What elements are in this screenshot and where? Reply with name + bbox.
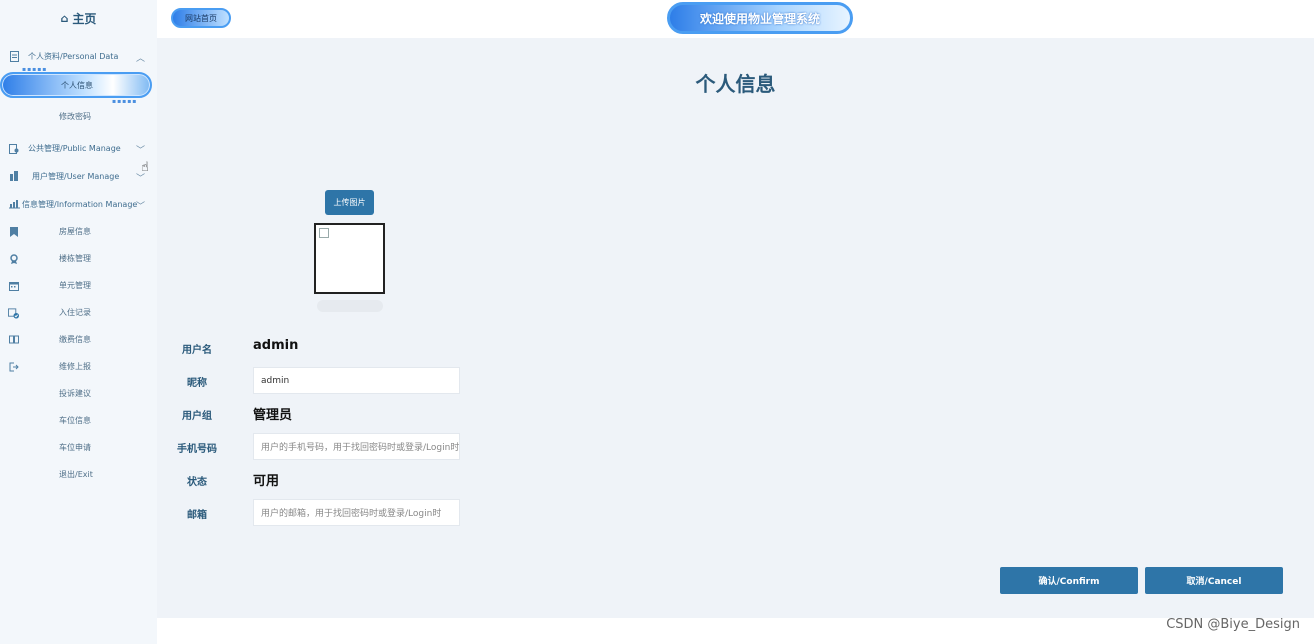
sidebar-item-label: 车位信息 [59,416,91,425]
sidebar-item-checkin-records[interactable]: 入住记录 [0,299,157,326]
logout-icon [8,361,19,372]
welcome-banner: 欢迎使用物业管理系统 [667,2,853,34]
form-row-phone: 手机号码 用户的手机号码，用于找回密码时或登录/Login时 [157,433,557,461]
sidebar: ⌂ 主页 个人资料/Personal Data ︿ ▪▪▪▪▪ 个人信息 ▪▪▪… [0,0,157,644]
status-value: 可用 [253,474,280,489]
menu-group-label: 用户管理/User Manage [32,171,120,181]
menu-group-information[interactable]: 信息管理/Information Manage ﹀ [0,190,157,218]
bookmark-icon [8,226,19,237]
sidebar-item-payment-info[interactable]: 缴费信息 [0,326,157,353]
chevron-down-icon: ﹀ [135,202,145,212]
home-icon: ⌂ [60,11,69,25]
phone-input[interactable]: 用户的手机号码，用于找回密码时或登录/Login时 [253,433,460,460]
sidebar-item-parking-info[interactable]: 车位信息 [0,407,157,434]
sidebar-item-label: 退出/Exit [59,470,93,479]
email-input[interactable]: 用户的邮箱，用于找回密码时或登录/Login时 [253,499,460,526]
menu-group-public[interactable]: 公共管理/Public Manage ﹀ [0,134,157,162]
sidebar-item-complaints[interactable]: 投诉建议 [0,380,157,407]
menu-group-label: 个人资料/Personal Data [28,51,119,61]
group-label: 用户组 [182,411,212,422]
sidebar-item-repair-report[interactable]: 维修上报 [0,353,157,380]
sidebar-item-personal-info[interactable]: ▪▪▪▪▪ 个人信息 ▪▪▪▪▪ [0,66,152,105]
avatar-caption-bar [317,300,383,312]
form-row-email: 邮箱 用户的邮箱，用于找回密码时或登录/Login时 [157,499,557,527]
sidebar-item-house-info[interactable]: 房屋信息 [0,218,157,245]
sidebar-item-label: 维修上报 [59,362,91,371]
sidebar-item-change-password[interactable]: 修改密码 [0,103,157,130]
mouse-cursor-icon: ☝ [141,160,149,175]
sidebar-item-label: 房屋信息 [59,227,91,236]
chevron-down-icon: ﹀ [135,146,145,156]
form-row-group: 用户组 管理员 [157,400,557,428]
badge-icon [8,253,19,264]
sidebar-item-label: 投诉建议 [59,389,91,398]
sidebar-item-exit[interactable]: 退出/Exit [0,461,157,488]
building-icon [8,170,20,182]
chevron-up-icon: ︿ [135,54,145,64]
sidebar-item-label: 楼栋管理 [59,254,91,263]
app-root: ⌂ 主页 个人资料/Personal Data ︿ ▪▪▪▪▪ 个人信息 ▪▪▪… [0,0,1314,644]
email-label: 邮箱 [187,510,207,521]
cancel-button[interactable]: 取消/Cancel [1145,567,1283,594]
sidebar-item-label: 个人信息 [61,81,93,90]
calendar-icon [8,280,19,291]
sidebar-home-label: 主页 [72,11,97,26]
confirm-button[interactable]: 确认/Confirm [1000,567,1138,594]
upload-image-button[interactable]: 上传图片 [325,190,374,215]
sidebar-item-unit-manage[interactable]: 单元管理 [0,272,157,299]
menu-group-user[interactable]: 用户管理/User Manage ﹀ [0,162,157,190]
sidebar-item-label: 入住记录 [59,308,91,317]
watermark: CSDN @Biye_Design [1166,617,1300,632]
sidebar-item-label: 缴费信息 [59,335,91,344]
book-icon [8,334,19,345]
clipboard-icon [8,142,20,154]
site-home-button[interactable]: 网站首页 [171,8,231,28]
sidebar-item-parking-apply[interactable]: 车位申请 [0,434,157,461]
status-label: 状态 [187,477,207,488]
sidebar-home[interactable]: ⌂ 主页 [0,0,157,36]
sidebar-item-building-manage[interactable]: 楼栋管理 [0,245,157,272]
menu-group-label: 信息管理/Information Manage [22,199,138,209]
phone-label: 手机号码 [177,444,217,455]
sidebar-item-label: 单元管理 [59,281,91,290]
footer [157,618,1314,644]
sidebar-item-label: 修改密码 [59,112,91,121]
chart-icon [8,198,20,210]
broken-image-icon [319,228,329,238]
document-icon [8,50,20,62]
group-value: 管理员 [253,408,293,423]
active-pill: 个人信息 [0,72,152,98]
sidebar-item-label: 车位申请 [59,443,91,452]
form-row-status: 状态 可用 [157,466,557,494]
username-value: admin [253,338,299,353]
main-content: 个人信息 上传图片 用户名 admin 昵称 admin 用户组 管理员 手机号… [157,38,1314,618]
form-row-nickname: 昵称 admin [157,367,557,395]
menu-group-label: 公共管理/Public Manage [28,143,121,153]
form-row-username: 用户名 admin [157,334,557,362]
calendar-check-icon [8,307,19,318]
page-title: 个人信息 [695,72,776,96]
username-label: 用户名 [182,345,212,356]
top-bar: 网站首页 欢迎使用物业管理系统 [157,0,1314,38]
nickname-input[interactable]: admin [253,367,460,394]
nickname-label: 昵称 [187,378,207,389]
avatar-image [314,223,385,294]
